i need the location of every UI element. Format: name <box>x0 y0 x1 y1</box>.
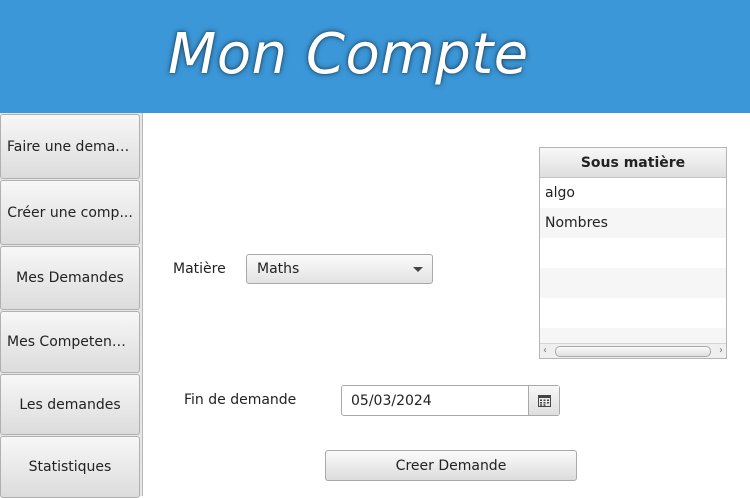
sidebar-item-creer-competence[interactable]: Créer une comp... <box>0 180 140 245</box>
scroll-left-icon[interactable]: ‹ <box>543 346 547 356</box>
sous-matiere-table[interactable]: Sous matière algo Nombres ‹ › <box>539 147 727 359</box>
sidebar-item-mes-competences[interactable]: Mes Competences <box>0 311 140 373</box>
sidebar-item-statistiques[interactable]: Statistiques <box>0 436 140 498</box>
app-header: Mon Compte <box>0 0 750 113</box>
scroll-thumb[interactable] <box>555 346 711 357</box>
fin-demande-label: Fin de demande <box>184 392 297 408</box>
creer-demande-label: Creer Demande <box>395 457 507 474</box>
sidebar-item-les-demandes[interactable]: Les demandes <box>0 374 140 435</box>
matiere-select[interactable]: Maths <box>246 254 433 284</box>
table-column-header[interactable]: Sous matière <box>540 148 726 178</box>
sidebar-item-label: Créer une comp... <box>7 204 133 221</box>
table-row[interactable]: algo <box>540 178 726 208</box>
calendar-icon <box>537 394 551 407</box>
sidebar-item-label: Mes Demandes <box>16 270 124 286</box>
creer-demande-button[interactable]: Creer Demande <box>325 450 577 481</box>
sidebar-item-faire-demande[interactable]: Faire une deman... <box>0 114 140 179</box>
sidebar-item-label: Statistiques <box>28 459 112 475</box>
horizontal-scrollbar[interactable]: ‹ › <box>540 343 726 358</box>
sidebar: Faire une deman... Créer une comp... Mes… <box>0 113 143 498</box>
table-row[interactable] <box>540 238 726 268</box>
matiere-select-value: Maths <box>257 261 300 277</box>
fin-demande-datepicker[interactable] <box>341 385 560 416</box>
sidebar-item-mes-demandes[interactable]: Mes Demandes <box>0 246 140 310</box>
calendar-button[interactable] <box>528 386 559 415</box>
sidebar-item-label: Faire une deman... <box>7 138 138 155</box>
scroll-right-icon[interactable]: › <box>719 346 723 356</box>
table-row[interactable]: Nombres <box>540 208 726 238</box>
sidebar-item-label: Mes Competences <box>7 334 136 350</box>
chevron-down-icon <box>413 267 423 272</box>
page-title: Mon Compte <box>168 22 529 87</box>
table-row[interactable] <box>540 268 726 298</box>
fin-demande-input[interactable] <box>342 386 528 415</box>
table-row[interactable] <box>540 298 726 328</box>
sidebar-item-label: Les demandes <box>19 396 121 413</box>
matiere-label: Matière <box>173 261 226 277</box>
